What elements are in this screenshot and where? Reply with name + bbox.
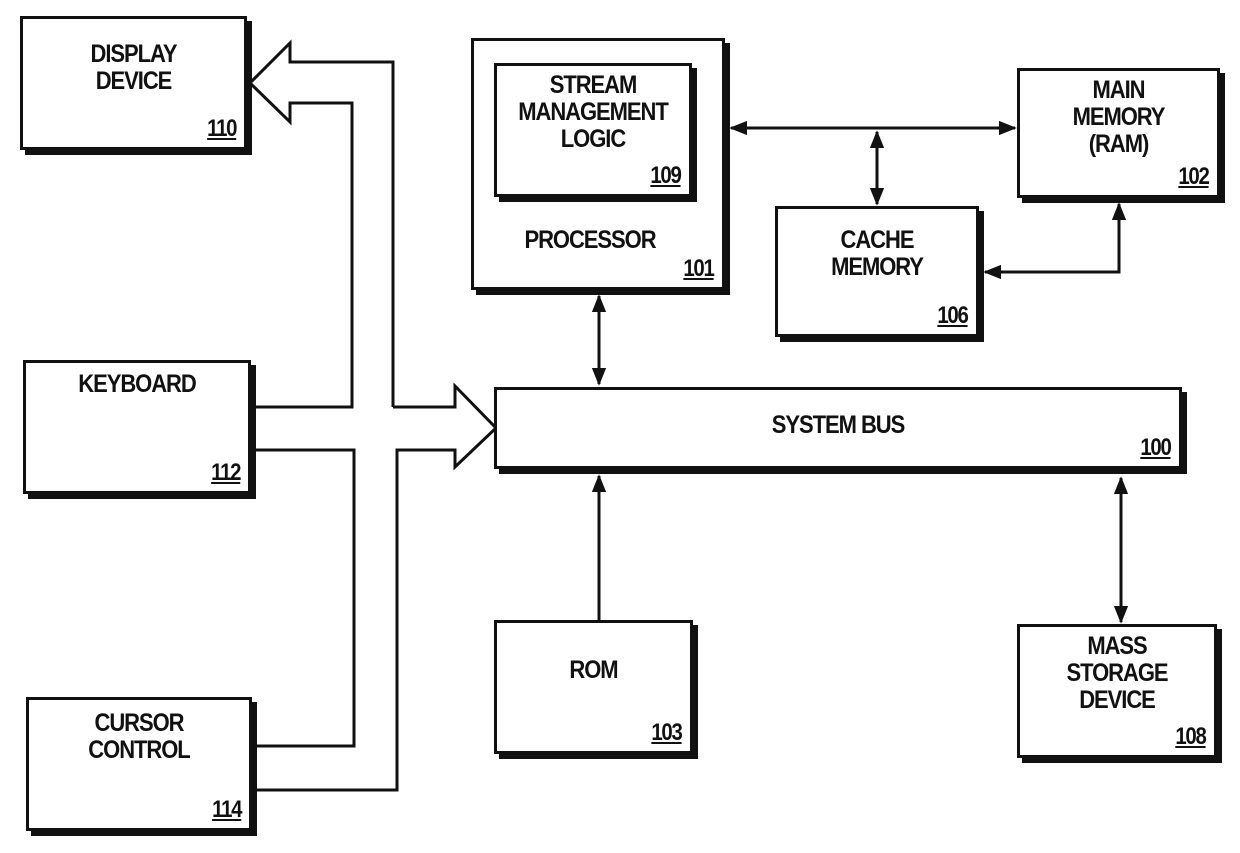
rom-label: ROM [569,656,618,684]
rom-box: ROM 103 [494,620,693,754]
processor-box: STREAM MANAGEMENT LOGIC 109 PROCESSOR 10… [471,38,725,290]
keyboard-connector [254,448,356,748]
display-device-ref: 110 [206,115,237,142]
display-bus-arrow [247,39,395,409]
cursor-control-ref: 114 [211,796,242,823]
stream-management-logic-box: STREAM MANAGEMENT LOGIC 109 [494,63,692,197]
display-device-box: DISPLAY DEVICE 110 [20,16,247,150]
cache-memory-arrow [983,202,1127,280]
system-bus-label: SYSTEM BUS [771,411,906,439]
cursor-control-label: CURSOR CONTROL [88,709,190,764]
stream-management-logic-ref: 109 [650,162,682,189]
system-bus-box: SYSTEM BUS 100 [494,387,1182,469]
cursor-control-box: CURSOR CONTROL 114 [26,697,252,831]
display-device-label: DISPLAY DEVICE [90,40,178,95]
main-memory-ref: 102 [1178,163,1210,190]
keyboard-ref: 112 [210,459,241,486]
system-bus-ref: 100 [1140,434,1172,461]
main-memory-label: MAIN MEMORY (RAM) [1072,76,1166,158]
input-bus-arrow-upper [254,382,499,792]
keyboard-box: KEYBOARD 112 [23,360,251,494]
mass-storage-device-ref: 108 [1175,723,1207,750]
mass-storage-device-box: MASS STORAGE DEVICE 108 [1017,624,1217,758]
keyboard-label: KEYBOARD [78,370,197,398]
processor-ref: 101 [683,255,715,282]
mass-storage-device-label: MASS STORAGE DEVICE [1066,632,1168,714]
rom-ref: 103 [651,719,683,746]
stream-management-logic-label: STREAM MANAGEMENT LOGIC [518,71,669,153]
processor-label: PROCESSOR [524,226,656,254]
cache-memory-box: CACHE MEMORY 106 [775,206,979,337]
main-memory-box: MAIN MEMORY (RAM) 102 [1017,68,1220,198]
cache-memory-ref: 106 [937,302,969,329]
cache-memory-label: CACHE MEMORY [831,226,924,281]
